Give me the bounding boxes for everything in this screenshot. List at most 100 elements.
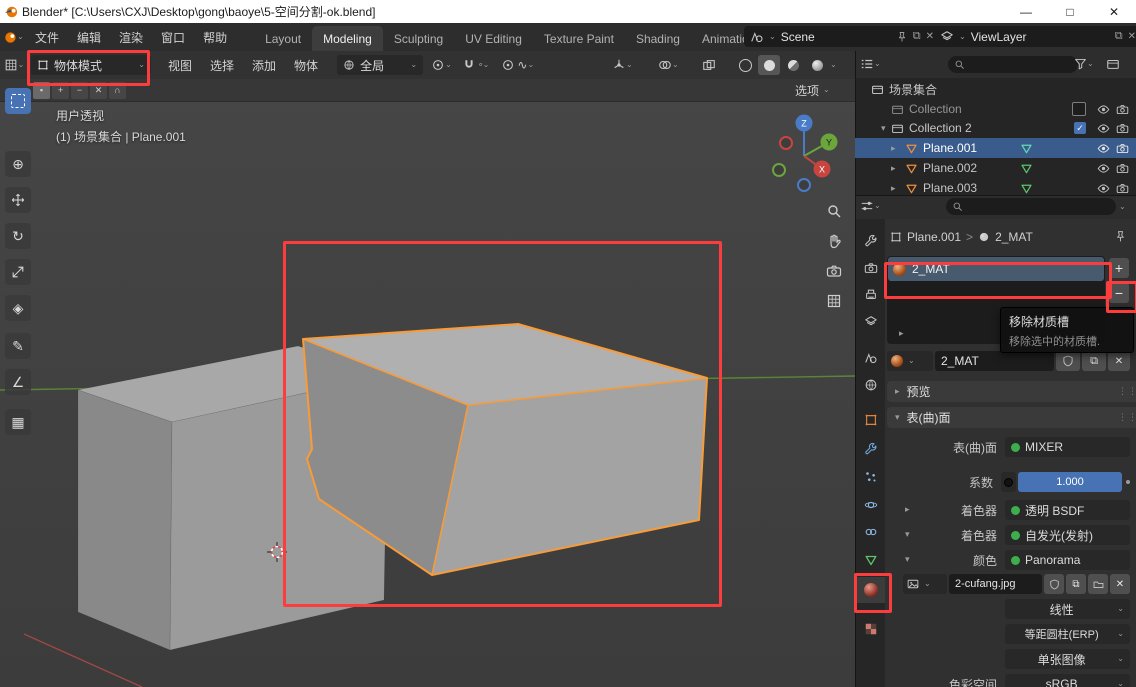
outliner-row-plane001[interactable]: ▸ Plane.001: [855, 138, 1136, 158]
maximize-button[interactable]: □: [1048, 0, 1092, 23]
menu-select[interactable]: 选择: [201, 51, 243, 79]
mode-dropdown[interactable]: 物体模式 ⌄: [31, 55, 151, 75]
remove-material-slot-button[interactable]: −: [1109, 283, 1129, 303]
select-box-tool[interactable]: [5, 88, 31, 114]
colorspace-dropdown[interactable]: sRGB ⌄: [1005, 674, 1130, 687]
caret-down-icon[interactable]: ▾: [905, 530, 910, 539]
surface-type-dropdown[interactable]: MIXER: [1005, 437, 1130, 457]
outliner-search-input[interactable]: [969, 57, 1072, 73]
browse-image-dropdown[interactable]: ⌄: [903, 574, 947, 594]
blender-menu-icon[interactable]: ⌄: [0, 23, 26, 51]
exclude-checkbox[interactable]: [1072, 102, 1086, 116]
menu-help[interactable]: 帮助: [194, 23, 236, 51]
pin-id-icon[interactable]: [1114, 230, 1127, 243]
breadcrumb-material[interactable]: 2_MAT: [995, 230, 1033, 244]
fake-user-shield-icon[interactable]: [1056, 351, 1080, 371]
pan-hand-icon[interactable]: [822, 229, 846, 253]
preview-section-header[interactable]: ▸ 预览 ⋮⋮: [887, 381, 1136, 402]
shader1-dropdown[interactable]: 透明 BSDF: [1005, 500, 1130, 520]
new-image-icon[interactable]: ⧉: [1066, 574, 1086, 594]
tab-layout[interactable]: Layout: [254, 26, 312, 51]
material-slot-row[interactable]: 2_MAT: [888, 257, 1104, 281]
tab-sculpting[interactable]: Sculpting: [383, 26, 454, 51]
properties-search-input[interactable]: [967, 199, 1110, 215]
menu-add[interactable]: 添加: [243, 51, 285, 79]
snap-target-dropdown[interactable]: ◦ ⌄: [479, 59, 490, 71]
list-filter-toggle-icon[interactable]: ▸: [899, 329, 904, 338]
browse-material-dropdown[interactable]: ⌄: [887, 351, 933, 371]
add-cube-tool[interactable]: ▦: [5, 409, 31, 435]
menu-file[interactable]: 文件: [26, 23, 68, 51]
gizmo-axis-neg-y[interactable]: [773, 164, 785, 176]
close-button[interactable]: ✕: [1092, 0, 1136, 23]
tab-particles[interactable]: [856, 464, 885, 490]
hide-eye-icon[interactable]: [1097, 122, 1110, 135]
unlink-scene-icon[interactable]: ✕: [926, 31, 934, 42]
tab-view-layer[interactable]: [856, 309, 885, 335]
outliner-row-scene-collection[interactable]: 场景集合: [855, 79, 1136, 99]
disable-render-camera-icon[interactable]: [1116, 182, 1129, 195]
outliner-filter-icon[interactable]: ⌄: [1074, 57, 1094, 70]
menu-object[interactable]: 物体: [285, 51, 327, 79]
rotate-tool[interactable]: ↻: [5, 223, 31, 249]
drag-handle-icon[interactable]: ⋮⋮: [1118, 386, 1136, 397]
shading-solid-icon[interactable]: [758, 55, 780, 75]
tab-tool[interactable]: [856, 228, 885, 254]
outliner-row-collection2[interactable]: ▾ Collection 2 ✓: [855, 118, 1136, 138]
transform-orientation-dropdown[interactable]: 全局 ⌄: [337, 55, 423, 75]
select-mode-extend-icon[interactable]: +: [52, 82, 69, 99]
tab-material[interactable]: [856, 577, 885, 603]
select-mode-new-icon[interactable]: ▪: [33, 82, 50, 99]
exclude-checkbox-checked[interactable]: ✓: [1074, 122, 1086, 134]
caret-down-icon[interactable]: ▾: [881, 124, 886, 133]
disable-render-camera-icon[interactable]: [1116, 103, 1129, 116]
shading-material-icon[interactable]: [782, 55, 804, 75]
menu-edit[interactable]: 编辑: [68, 23, 110, 51]
caret-right-icon[interactable]: ▸: [891, 144, 896, 153]
caret-down-icon[interactable]: ▾: [905, 555, 910, 564]
gizmo-axis-neg-z[interactable]: [798, 179, 810, 191]
surface-section-header[interactable]: ▾ 表(曲)面 ⋮⋮: [887, 407, 1136, 428]
orthographic-toggle-icon[interactable]: [822, 289, 846, 313]
hide-eye-icon[interactable]: [1097, 162, 1110, 175]
shading-wireframe-icon[interactable]: [734, 55, 756, 75]
proportional-falloff-dropdown[interactable]: ∿ ⌄: [517, 58, 534, 72]
menu-window[interactable]: 窗口: [152, 23, 194, 51]
tab-render[interactable]: [856, 255, 885, 281]
annotate-tool[interactable]: ✎: [5, 333, 31, 359]
tab-output[interactable]: [856, 282, 885, 308]
outliner-search[interactable]: [948, 56, 1078, 73]
unlink-image-icon[interactable]: ✕: [1110, 574, 1130, 594]
viewlayer-selector[interactable]: ⌄ ViewLayer ⧉ ✕: [934, 26, 1136, 47]
tab-world[interactable]: [856, 372, 885, 398]
viewport[interactable]: ▪ + − ✕ ∩ 选项 ⌄ 用户透视 (1) 场景集合 | Plane.001…: [0, 79, 855, 687]
tab-physics[interactable]: [856, 492, 885, 518]
disable-render-camera-icon[interactable]: [1116, 162, 1129, 175]
tab-object[interactable]: [856, 407, 885, 433]
zoom-icon[interactable]: [822, 199, 846, 223]
new-scene-icon[interactable]: ⧉: [913, 30, 921, 43]
hide-eye-icon[interactable]: [1097, 182, 1110, 195]
tab-shading[interactable]: Shading: [625, 26, 691, 51]
disable-render-camera-icon[interactable]: [1116, 122, 1129, 135]
material-name-field[interactable]: 2_MAT: [935, 351, 1054, 371]
new-collection-icon[interactable]: [1106, 57, 1120, 71]
projection-dropdown[interactable]: 等距圆柱(ERP) ⌄: [1005, 624, 1130, 644]
disable-render-camera-icon[interactable]: [1116, 142, 1129, 155]
xray-toggle-icon[interactable]: [702, 58, 716, 72]
interpolation-dropdown[interactable]: 线性 ⌄: [1005, 599, 1130, 619]
image-name-field[interactable]: 2-cufang.jpg: [949, 574, 1042, 594]
minimize-button[interactable]: —: [1004, 0, 1048, 23]
3d-viewport-canvas[interactable]: [0, 79, 855, 687]
tab-object-data[interactable]: [856, 547, 885, 573]
tab-texture[interactable]: [856, 616, 885, 642]
color-dropdown[interactable]: Panorama: [1005, 550, 1130, 570]
unlink-material-icon[interactable]: ✕: [1108, 351, 1130, 371]
navigation-gizmo[interactable]: Z Y X: [762, 109, 847, 194]
show-gizmos-dropdown[interactable]: ⌄: [612, 58, 633, 72]
properties-editor-icon[interactable]: ⌄: [860, 199, 881, 213]
pin-icon[interactable]: [896, 31, 908, 43]
drag-handle-icon[interactable]: ⋮⋮: [1118, 412, 1136, 423]
camera-view-icon[interactable]: [822, 259, 846, 283]
outliner-row-collection[interactable]: Collection: [855, 99, 1136, 119]
